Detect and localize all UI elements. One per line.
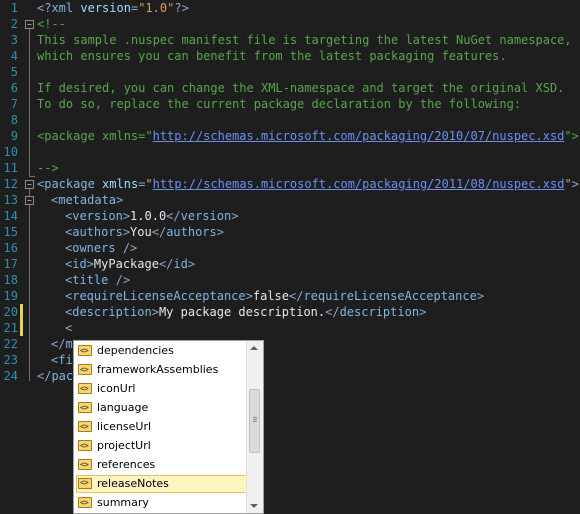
scroll-down-icon[interactable] bbox=[250, 504, 258, 508]
line-number: 13 bbox=[3, 193, 18, 207]
completion-item-label: projectUrl bbox=[97, 439, 151, 452]
code-text: <requireLicenseAcceptance>false</require… bbox=[65, 289, 485, 303]
code-text: <authors>You</authors> bbox=[65, 225, 224, 239]
fold-guide bbox=[29, 27, 30, 177]
line-number: 3 bbox=[10, 33, 18, 47]
scroll-up-icon[interactable] bbox=[250, 346, 258, 350]
line-number: 15 bbox=[3, 225, 18, 239]
xml-element-icon bbox=[78, 342, 92, 360]
code-text: <title /> bbox=[65, 273, 131, 287]
code-text: <owners /> bbox=[65, 241, 138, 255]
code-text: < bbox=[65, 321, 73, 335]
line-number: 10 bbox=[3, 145, 18, 159]
xml-element-icon bbox=[78, 361, 92, 379]
collapse-icon[interactable]: − bbox=[25, 180, 34, 189]
completion-item[interactable]: projectUrl bbox=[76, 437, 248, 455]
line-number: 17 bbox=[3, 257, 18, 271]
line-number: 14 bbox=[3, 209, 18, 223]
line-number: 18 bbox=[3, 273, 18, 287]
code-text: <fi bbox=[51, 353, 73, 367]
completion-scrollbar[interactable] bbox=[246, 341, 263, 513]
xml-element-icon bbox=[78, 418, 92, 436]
line-number: 16 bbox=[3, 241, 18, 255]
completion-list[interactable]: dependencies frameworkAssemblies iconUrl la… bbox=[73, 340, 264, 514]
code-text: --> bbox=[37, 161, 59, 175]
code-text: <id>MyPackage</id> bbox=[65, 257, 196, 271]
completion-item[interactable]: dependencies bbox=[76, 342, 248, 360]
xml-element-icon bbox=[78, 456, 92, 474]
line-number: 8 bbox=[10, 113, 18, 127]
code-text: To do so, replace the current package de… bbox=[37, 97, 522, 111]
completion-item-label: frameworkAssemblies bbox=[97, 363, 219, 376]
completion-item-label: licenseUrl bbox=[97, 420, 152, 433]
code-text: which ensures you can benefit from the l… bbox=[37, 49, 507, 63]
line-number: 22 bbox=[3, 337, 18, 351]
code-text: <?xml version="1.0"?> bbox=[37, 1, 189, 15]
completion-item-label: language bbox=[97, 401, 149, 414]
modified-marker bbox=[20, 320, 23, 336]
line-number: 6 bbox=[10, 81, 18, 95]
line-number: 19 bbox=[3, 289, 18, 303]
line-number: 24 bbox=[3, 369, 18, 383]
code-text: This sample .nuspec manifest file is tar… bbox=[37, 33, 572, 47]
line-number: 20 bbox=[3, 305, 18, 319]
line-number: 12 bbox=[3, 177, 18, 191]
completion-item[interactable]: licenseUrl bbox=[76, 418, 248, 436]
xml-element-icon bbox=[78, 399, 92, 417]
line-number: 7 bbox=[10, 97, 18, 111]
code-text: If desired, you can change the XML-names… bbox=[37, 81, 565, 95]
code-text: <!-- bbox=[37, 17, 66, 31]
completion-item-label: iconUrl bbox=[97, 382, 136, 395]
completion-item-label: dependencies bbox=[97, 344, 174, 357]
line-number: 11 bbox=[3, 161, 18, 175]
completion-item-label: releaseNotes bbox=[97, 477, 169, 490]
line-number: 23 bbox=[3, 353, 18, 367]
line-number: 2 bbox=[10, 17, 18, 31]
code-text: </m bbox=[51, 337, 73, 351]
code-text: <package xmlns="http://schemas.microsoft… bbox=[37, 129, 579, 143]
scroll-thumb[interactable] bbox=[249, 389, 260, 453]
completion-item[interactable]: iconUrl bbox=[76, 380, 248, 398]
code-text: <metadata> bbox=[51, 193, 124, 207]
line-number: 21 bbox=[3, 321, 18, 335]
completion-item[interactable]: releaseNotes bbox=[76, 475, 248, 493]
completion-item-label: summary bbox=[97, 496, 149, 509]
line-number: 9 bbox=[10, 129, 18, 143]
completion-item[interactable]: references bbox=[76, 456, 248, 474]
code-text: <version>1.0.0</version> bbox=[65, 209, 239, 223]
completion-item[interactable]: frameworkAssemblies bbox=[76, 361, 248, 379]
completion-item[interactable]: language bbox=[76, 399, 248, 417]
line-number: 5 bbox=[10, 65, 18, 79]
xml-element-icon bbox=[78, 494, 92, 512]
completion-item-label: references bbox=[97, 458, 156, 471]
xml-element-icon bbox=[78, 380, 92, 398]
xml-element-icon bbox=[78, 475, 92, 491]
code-text: </pac bbox=[37, 369, 74, 383]
line-number: 1 bbox=[10, 1, 18, 15]
fold-guide bbox=[29, 203, 30, 349]
modified-marker bbox=[20, 304, 23, 320]
code-text: <description>My package description.</de… bbox=[65, 305, 427, 319]
code-text: <package xmlns="http://schemas.microsoft… bbox=[37, 177, 579, 191]
collapse-icon[interactable]: − bbox=[25, 20, 34, 29]
xml-element-icon bbox=[78, 437, 92, 455]
completion-item[interactable]: summary bbox=[76, 494, 248, 512]
line-number: 4 bbox=[10, 49, 18, 63]
collapse-icon[interactable]: − bbox=[25, 196, 34, 205]
fold-guide-end bbox=[29, 176, 35, 177]
